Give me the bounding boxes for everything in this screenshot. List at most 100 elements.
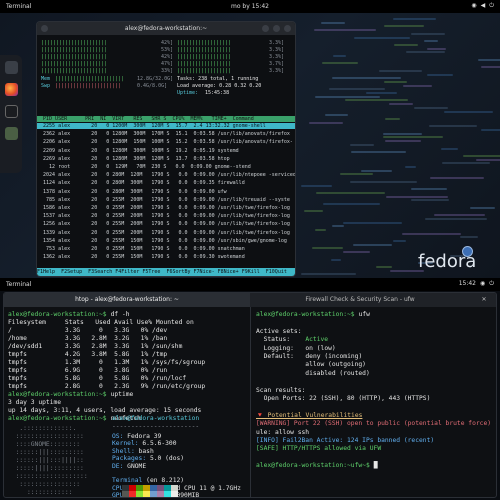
network-icon[interactable]: ◉ — [471, 2, 476, 10]
code-line — [442, 162, 490, 165]
neofetch-logo-art: :::::::::::::::::: — [8, 433, 84, 440]
close-icon[interactable] — [284, 25, 291, 32]
files-icon[interactable] — [5, 127, 18, 140]
tab-htop[interactable]: htop - alex@fedora-workstation: ~ — [4, 293, 250, 307]
firefox-icon[interactable] — [5, 83, 18, 96]
code-line — [384, 80, 407, 83]
uptime-label: Uptime: — [177, 90, 199, 96]
color-swatch — [136, 491, 143, 497]
code-line — [314, 29, 376, 32]
shell-prompt: alex@fedora-workstation:~$ — [8, 415, 107, 422]
volume-icon[interactable]: ◀ — [481, 2, 486, 10]
close-icon-2[interactable]: ✕ — [474, 293, 494, 307]
process-table-header[interactable]: PID USER PRI NI VIRT RES SHR S CPU% MEM%… — [37, 116, 295, 122]
tab-firewall[interactable]: Firewall Check & Security Scan - ufw — [250, 293, 470, 307]
code-line — [403, 84, 432, 87]
shell-command: df -h — [106, 311, 130, 318]
network-icon-2[interactable]: ◉ — [480, 280, 485, 288]
code-line — [389, 103, 413, 106]
table-row[interactable]: 2209 alex 20 0 1280M 300M 100M S 19.2 0:… — [37, 148, 295, 154]
code-line — [394, 43, 418, 46]
code-line — [329, 88, 385, 91]
code-line — [402, 232, 461, 235]
neofetch-logo-art: :::::||||::::::::: — [8, 465, 84, 472]
code-line — [315, 228, 326, 231]
function-key-bar[interactable]: F1Help F2Setup F3Search F4Filter F5Tree … — [37, 268, 295, 276]
color-swatch — [171, 491, 178, 497]
code-line — [301, 184, 332, 187]
table-row[interactable]: 1339 alex 20 0 255M 200M 1790 S 0.0 0:09… — [37, 230, 295, 236]
apps-grid-icon[interactable] — [5, 61, 18, 74]
neofetch-key: DE: — [112, 462, 124, 470]
cpu-bar-right: |||||||||||||||||| — [177, 61, 232, 67]
code-line — [379, 69, 422, 72]
table-row[interactable]: 2269 alex 20 0 1280M 300M 120M S 13.7 0:… — [37, 156, 295, 162]
neofetch-value: GNOME — [123, 462, 147, 470]
system-tray[interactable]: ◉ ◀ ⏻ — [471, 2, 494, 10]
code-line — [332, 225, 344, 228]
cpu-bar-right: |||||||||||||||||| — [177, 40, 232, 46]
power-icon-2[interactable]: ⏻ — [489, 280, 494, 288]
table-row[interactable]: 1378 alex 20 0 280M 300M 1790 S 0.0 0:09… — [37, 189, 295, 195]
table-row[interactable]: 12 root 20 0 129M 70M 230 S 0.0 0:09.00 … — [37, 164, 295, 170]
left-terminal-pane[interactable]: alex@fedora-workstation:~$ df -h Filesyst… — [4, 307, 249, 497]
output-line: tmpfs 1.3M 0 1.3M 1% /sys/fs/sgroup — [8, 359, 206, 366]
cpu-value-right: 3.3%] — [269, 47, 285, 53]
cpu-bar-left: |||||||||||||||||||||| — [41, 54, 108, 60]
cpu-bar-left: |||||||||||||||||||||| — [41, 61, 108, 67]
table-row[interactable]: 1354 alex 20 0 255M 150M 1790 S 0.0 0:09… — [37, 238, 295, 244]
htop-terminal-window[interactable]: alex@fedora-workstation:~ ||||||||||||||… — [36, 21, 296, 277]
code-line — [383, 136, 443, 139]
menu-icon[interactable] — [262, 25, 269, 32]
table-row[interactable]: 2255 alex 20 0 1200M 300M 120M S 15.7 2.… — [37, 123, 295, 129]
code-line — [425, 217, 487, 220]
code-line — [325, 114, 348, 117]
code-line — [350, 180, 417, 183]
table-row[interactable]: 1362 alex 20 0 255M 150M 1790 S 0.0 0:09… — [37, 254, 295, 260]
split-terminal-window[interactable]: htop - alex@fedora-workstation: ~ Firewa… — [3, 292, 497, 498]
field-label: Status: — [256, 336, 291, 344]
minimize-icon[interactable] — [273, 25, 280, 32]
clock-2[interactable]: 15:42 — [459, 280, 476, 288]
table-row[interactable]: 1537 alex 20 0 255M 200M 1790 S 0.0 0:09… — [37, 213, 295, 219]
cpu-value-left: 33%] — [161, 68, 174, 74]
code-line — [406, 51, 445, 54]
code-line — [333, 55, 346, 57]
field-value: deny (incoming) — [294, 353, 363, 360]
code-line — [386, 195, 448, 198]
table-row[interactable]: 2024 alex 20 0 280M 120M 1790 S 0.0 0:09… — [37, 172, 295, 178]
table-row[interactable]: 785 alex 20 0 255M 200M 1790 S 0.0 0:09.… — [37, 197, 295, 203]
table-row[interactable]: 2206 alex 20 0 1280M 150M 100M S 15.2 0:… — [37, 139, 295, 145]
code-line — [331, 258, 341, 261]
cpu-value-right: 3.7%] — [269, 61, 285, 67]
terminal-icon[interactable] — [5, 105, 18, 118]
code-line — [460, 236, 478, 239]
field-label: Logging: — [256, 344, 294, 352]
output-line: 🔻 Potential Vulnerabilities — [256, 411, 363, 419]
new-tab-icon[interactable] — [41, 25, 48, 32]
code-line — [385, 117, 400, 120]
swp-label: Swp — [41, 83, 51, 89]
table-row[interactable]: 1124 alex 20 0 280M 300M 1790 S 0.0 0:09… — [37, 180, 295, 186]
table-row[interactable]: 2362 alex 20 0 1280M 300M 170M S 15.1 0:… — [37, 131, 295, 137]
clock[interactable]: mo by 15:42 — [0, 3, 500, 10]
neofetch-logo-art: :::::::::::: — [8, 489, 73, 496]
cpu-bar-left: |||||||||||||||||||||| — [41, 68, 108, 74]
code-line — [481, 129, 500, 131]
output-line: [INFO] Fail2Ban Active: 124 IPs banned (… — [256, 437, 435, 444]
cpu-bar-right: |||||||||||||||||| — [177, 47, 232, 53]
neofetch-logo-art: ::::::|||::::::::: — [8, 449, 84, 456]
tab-bar: htop - alex@fedora-workstation: ~ Firewa… — [4, 293, 496, 307]
code-line — [444, 110, 493, 113]
table-row[interactable]: 1256 alex 20 0 255M 200M 1790 S 0.0 0:09… — [37, 221, 295, 227]
desktop-background: alex@fedora-workstation:~ ||||||||||||||… — [0, 13, 500, 278]
neofetch-logo-art: ::::GNOME:::::::: — [8, 441, 81, 448]
activities-label-2[interactable]: Terminal — [6, 281, 31, 288]
swp-bar: |||||||||||||||||||||| — [55, 83, 122, 89]
code-line — [332, 77, 401, 80]
code-line — [354, 36, 410, 39]
power-icon[interactable]: ⏻ — [489, 2, 494, 10]
table-row[interactable]: 753 alex 20 0 255M 150M 1790 S 0.0 0:09.… — [37, 246, 295, 252]
table-row[interactable]: 1586 alex 20 0 255M 200M 1790 S 0.0 0:09… — [37, 205, 295, 211]
right-terminal-pane[interactable]: alex@fedora-workstation:~$ ufw Active set… — [250, 307, 496, 497]
